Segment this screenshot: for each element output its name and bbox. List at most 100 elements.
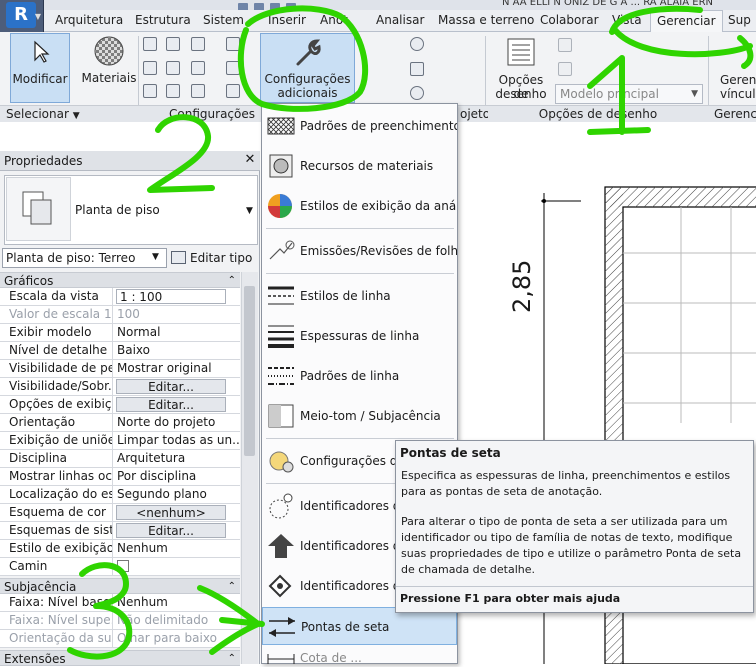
menu-item-label: Pontas de seta: [301, 620, 390, 634]
property-value[interactable]: Olhar para baixo: [114, 630, 240, 647]
property-row[interactable]: Esquema de cor <nenhum>: [0, 504, 240, 522]
menu-item-fill-patterns[interactable]: Padrões de preenchimento: [262, 107, 457, 145]
property-row[interactable]: Estilo de exibição ...Nenhum: [0, 540, 240, 558]
menu-item-dimension[interactable]: Cota de ...: [262, 647, 457, 664]
main-model-combo[interactable]: Modelo principal ▼: [555, 84, 703, 104]
property-row[interactable]: Exibir modelo Normal: [0, 324, 240, 342]
property-edit-button[interactable]: Editar...: [116, 397, 226, 412]
menu-item-label: Padrões de linha: [300, 369, 400, 383]
property-row[interactable]: Exibição de uniõe...Limpar todas as un..…: [0, 432, 240, 450]
property-edit-button[interactable]: Editar...: [116, 379, 226, 394]
property-value[interactable]: Segundo plano: [114, 486, 240, 503]
project-units-icon[interactable]: [191, 84, 205, 98]
tab-estrutura[interactable]: Estrutura: [135, 10, 191, 32]
menu-item-halftone[interactable]: Meio-tom / Subjacência: [262, 397, 457, 435]
tab-analisar[interactable]: Analisar: [376, 10, 424, 32]
property-edit-button[interactable]: Editar...: [116, 523, 226, 538]
object-styles-icon[interactable]: [143, 37, 157, 51]
project-info-icon[interactable]: [191, 37, 205, 51]
property-row[interactable]: Escala da vista 1 : 100: [0, 288, 240, 306]
property-value[interactable]: Nenhum: [114, 540, 240, 557]
group-underlay[interactable]: Subjacência ⌃: [0, 578, 240, 594]
property-value[interactable]: 100: [114, 306, 240, 323]
transfer-standards-icon[interactable]: [143, 84, 157, 98]
add-to-set-icon[interactable]: [558, 38, 572, 52]
property-value[interactable]: Mostrar original: [114, 360, 240, 377]
scrollbar-thumb[interactable]: [244, 286, 255, 456]
property-row[interactable]: Opções de exibiç... Editar...: [0, 396, 240, 414]
chevron-down-icon[interactable]: ▼: [246, 206, 253, 216]
edit-type-button[interactable]: Editar tipo: [171, 248, 257, 268]
modify-button[interactable]: Modificar: [10, 33, 70, 103]
additional-settings-button[interactable]: Configurações adicionais: [260, 33, 355, 103]
project-parameters-icon[interactable]: [143, 61, 157, 75]
property-value[interactable]: Limpar todas as un...: [114, 432, 240, 449]
pick-to-edit-icon[interactable]: [558, 62, 572, 76]
property-row[interactable]: Valor de escala 1: 100: [0, 306, 240, 324]
structural-settings-icon[interactable]: [226, 37, 240, 51]
menu-item-label: Identificadores de: [300, 579, 408, 593]
property-edit-button[interactable]: <nenhum>: [116, 505, 226, 520]
property-value[interactable]: Nenhum: [114, 594, 240, 611]
tab-colaborar[interactable]: Colaborar: [540, 10, 599, 32]
property-value[interactable]: Normal: [114, 324, 240, 341]
tab-arquitetura[interactable]: Arquitetura: [55, 10, 123, 32]
line-patterns-icon: [268, 367, 294, 385]
property-value[interactable]: Baixo: [114, 342, 240, 359]
property-row[interactable]: Localização do es...Segundo plano: [0, 486, 240, 504]
application-menu-button[interactable]: R ▼: [0, 0, 44, 32]
tab-anotar[interactable]: Anot: [320, 10, 360, 32]
menu-item-line-patterns[interactable]: Padrões de linha: [262, 357, 457, 395]
property-value[interactable]: [114, 558, 240, 575]
materials-button[interactable]: Materiais: [80, 33, 138, 103]
coordinates-icon[interactable]: [410, 62, 424, 76]
quick-access-toolbar[interactable]: [238, 0, 302, 11]
location-icon[interactable]: [410, 37, 424, 51]
property-row[interactable]: Esquemas de sist...Editar...: [0, 522, 240, 540]
property-row[interactable]: Camin: [0, 558, 240, 576]
menu-item-sheet-issues[interactable]: Emissões/Revisões de folhas: [262, 232, 457, 270]
tab-suplementos[interactable]: Sup: [728, 10, 756, 32]
panel-schedule-icon[interactable]: [226, 84, 240, 98]
close-icon[interactable]: ✕: [243, 153, 257, 167]
property-value[interactable]: Arquitetura: [114, 450, 240, 467]
panel-select[interactable]: Selecionar ▼: [0, 105, 80, 122]
instance-selector[interactable]: Planta de piso: Terreo: [2, 248, 167, 268]
snaps-icon[interactable]: [166, 37, 180, 51]
property-value[interactable]: Norte do projeto: [114, 414, 240, 431]
property-row[interactable]: Nível de detalhe Baixo: [0, 342, 240, 360]
property-key: Visibilidade de pe...: [0, 360, 113, 377]
shared-parameters-icon[interactable]: [166, 61, 180, 75]
property-row[interactable]: Orientação Norte do projeto: [0, 414, 240, 432]
design-options-label-2: desenho: [495, 87, 547, 101]
tab-vista[interactable]: Vista: [612, 10, 642, 32]
group-graphics[interactable]: Gráficos ⌃: [0, 272, 240, 288]
property-value[interactable]: Por disciplina: [114, 468, 240, 485]
property-row[interactable]: Disciplina Arquitetura: [0, 450, 240, 468]
menu-item-line-weights[interactable]: Espessuras de linha: [262, 317, 457, 355]
property-row[interactable]: Mostrar linhas oc... Por disciplina: [0, 468, 240, 486]
mep-settings-icon[interactable]: [226, 61, 240, 75]
global-parameters-icon[interactable]: [191, 61, 205, 75]
tab-inserir[interactable]: Inserir: [268, 10, 306, 32]
panel-design-options-label: Opções de desenho: [488, 105, 708, 122]
design-options-button[interactable]: Opções de desenho: [490, 33, 552, 103]
position-icon[interactable]: [410, 86, 424, 100]
chevron-down-icon[interactable]: ▼: [152, 252, 159, 262]
menu-item-line-styles[interactable]: Estilos de linha: [262, 277, 457, 315]
property-row[interactable]: Faixa: Nível supe... Não delimitado: [0, 612, 240, 630]
tab-massa-terreno[interactable]: Massa e terreno: [438, 10, 534, 32]
property-checkbox[interactable]: [117, 560, 129, 572]
tab-sistemas[interactable]: Sistem: [203, 10, 253, 32]
property-row[interactable]: Orientação da su... Olhar para baixo: [0, 630, 240, 648]
property-row[interactable]: Faixa: Nível base Nenhum: [0, 594, 240, 612]
property-value[interactable]: Não delimitado: [114, 612, 240, 629]
property-row[interactable]: Visibilidade/Sobr... Editar...: [0, 378, 240, 396]
menu-item-analysis-display[interactable]: Estilos de exibição da análise: [262, 187, 457, 225]
property-row[interactable]: Visibilidade de pe...Mostrar original: [0, 360, 240, 378]
tab-gerenciar[interactable]: Gerenciar: [650, 10, 723, 32]
menu-item-material-assets[interactable]: Recursos de materiais: [262, 147, 457, 185]
purge-unused-icon[interactable]: [166, 84, 180, 98]
manage-links-button[interactable]: Gerenc vínculo: [716, 33, 756, 103]
property-value[interactable]: 1 : 100: [116, 289, 226, 304]
